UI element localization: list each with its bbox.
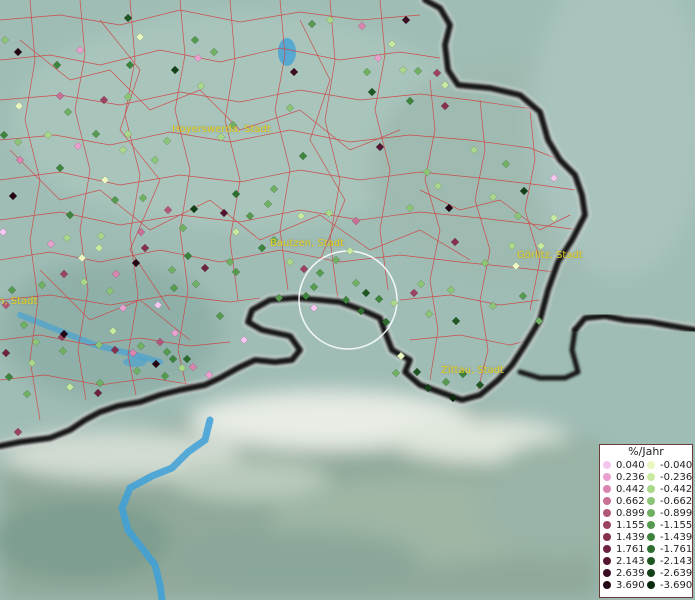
legend-value-label: 0.899 xyxy=(616,507,645,519)
legend-value-label: -1.155 xyxy=(660,519,693,531)
legend-swatch xyxy=(647,521,655,529)
legend-value-label: 1.439 xyxy=(616,531,645,543)
legend-swatch xyxy=(603,497,611,505)
legend-entry-positive: 2.143 xyxy=(603,555,647,567)
legend-swatch xyxy=(603,557,611,565)
legend-value-label: 2.143 xyxy=(616,555,645,567)
legend-value-label: -0.236 xyxy=(660,471,693,483)
legend: %/Jahr 0.040 0.236 0.442 0.662 0.899 1.155 1.4… xyxy=(599,444,693,598)
legend-title: %/Jahr xyxy=(628,445,664,458)
legend-entry-positive: 1.155 xyxy=(603,519,647,531)
legend-swatch xyxy=(647,545,655,553)
legend-swatch xyxy=(647,461,655,469)
legend-entry-positive: 0.236 xyxy=(603,471,647,483)
legend-value-label: 0.040 xyxy=(616,459,645,471)
legend-entry-positive: 3.690 xyxy=(603,579,647,591)
place-label-bautzen: Bautzen, Stadt xyxy=(270,238,345,249)
legend-swatch xyxy=(647,509,655,517)
place-label-goerlitz: Görlitz, Stadt xyxy=(517,250,583,261)
legend-entry-negative: -0.899 xyxy=(647,507,692,519)
legend-swatch xyxy=(603,581,611,589)
legend-entry-negative: -3.690 xyxy=(647,579,692,591)
legend-swatch xyxy=(603,485,611,493)
legend-swatch xyxy=(603,521,611,529)
legend-value-label: -0.662 xyxy=(660,495,693,507)
legend-value-label: 1.155 xyxy=(616,519,645,531)
legend-entry-positive: 1.761 xyxy=(603,543,647,555)
legend-value-label: -0.899 xyxy=(660,507,693,519)
legend-swatch xyxy=(603,569,611,577)
legend-swatch xyxy=(647,581,655,589)
legend-value-label: -2.639 xyxy=(660,567,693,579)
legend-value-label: 0.662 xyxy=(616,495,645,507)
place-label-zittau: Zittau, Stadt xyxy=(441,365,504,376)
legend-value-label: -2.143 xyxy=(660,555,693,567)
legend-entry-negative: -0.236 xyxy=(647,471,692,483)
legend-value-label: 1.761 xyxy=(616,543,645,555)
legend-swatch xyxy=(647,557,655,565)
place-label-partial-west: n, Stadt xyxy=(0,296,38,307)
legend-value-label: 0.236 xyxy=(616,471,645,483)
legend-value-label: 0.442 xyxy=(616,483,645,495)
legend-swatch xyxy=(603,509,611,517)
legend-value-label: -0.442 xyxy=(660,483,693,495)
legend-value-label: -1.439 xyxy=(660,531,693,543)
legend-entry-positive: 0.040 xyxy=(603,459,647,471)
legend-swatch xyxy=(647,569,655,577)
legend-value-label: -1.761 xyxy=(660,543,693,555)
legend-positive-column: 0.040 0.236 0.442 0.662 0.899 1.155 1.439 1.761… xyxy=(603,459,647,591)
legend-entry-negative: -0.662 xyxy=(647,495,692,507)
legend-swatch xyxy=(647,533,655,541)
legend-swatch xyxy=(647,473,655,481)
place-label-hoyerswerda: Hoyerswerda, Stadt xyxy=(172,124,271,135)
legend-entry-negative: -2.143 xyxy=(647,555,692,567)
legend-swatch xyxy=(603,461,611,469)
legend-value-label: -0.040 xyxy=(660,459,693,471)
legend-entry-positive: 0.442 xyxy=(603,483,647,495)
legend-swatch xyxy=(603,473,611,481)
legend-swatch xyxy=(647,485,655,493)
legend-entry-negative: -1.155 xyxy=(647,519,692,531)
legend-value-label: 3.690 xyxy=(616,579,645,591)
legend-entry-negative: -2.639 xyxy=(647,567,692,579)
legend-entry-positive: 0.662 xyxy=(603,495,647,507)
map-view[interactable]: Hoyerswerda, Stadt Bautzen, Stadt Görlit… xyxy=(0,0,695,600)
legend-value-label: -3.690 xyxy=(660,579,693,591)
legend-entry-negative: -0.442 xyxy=(647,483,692,495)
legend-swatch xyxy=(603,545,611,553)
legend-value-label: 2.639 xyxy=(616,567,645,579)
legend-swatch xyxy=(603,533,611,541)
legend-swatch xyxy=(647,497,655,505)
legend-entry-negative: -1.761 xyxy=(647,543,692,555)
legend-entry-positive: 2.639 xyxy=(603,567,647,579)
legend-entry-negative: -0.040 xyxy=(647,459,692,471)
legend-entry-negative: -1.439 xyxy=(647,531,692,543)
map-canvas[interactable] xyxy=(0,0,695,600)
legend-entry-positive: 1.439 xyxy=(603,531,647,543)
legend-entry-positive: 0.899 xyxy=(603,507,647,519)
legend-negative-column: -0.040 -0.236 -0.442 -0.662 -0.899 -1.155 -1.4… xyxy=(647,459,692,591)
